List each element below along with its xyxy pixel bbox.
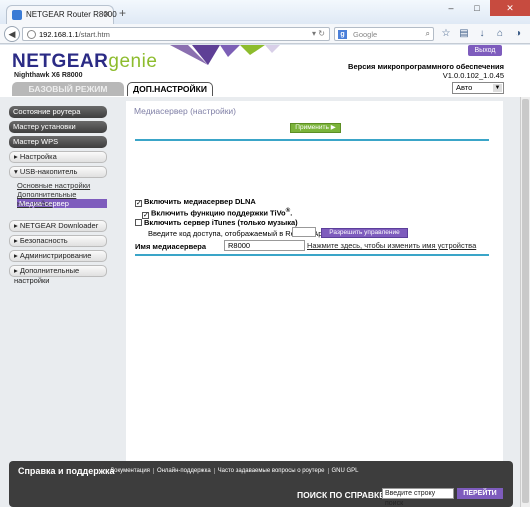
window-close-button[interactable]: ✕ (490, 0, 530, 16)
firmware-label: Версия микропрограммного обеспечения (348, 62, 504, 71)
usb-submenu: Основные настройки Дополнительные настро… (9, 181, 107, 208)
header-decoration-graphic (170, 45, 280, 65)
browser-toolbar-icons: ☆ ▤ ↓ ⌂ ◑ ≡ (440, 28, 530, 40)
help-search-input[interactable]: Введите строку поиск (382, 488, 454, 507)
search-bar[interactable]: g Google ⌕ (334, 27, 434, 41)
help-search-label: ПОИСК ПО СПРАВКЕ (297, 490, 385, 500)
search-placeholder: Google (353, 30, 378, 39)
sidebar-item-wps-wizard[interactable]: Мастер WPS (9, 136, 107, 148)
search-magnifier-icon[interactable]: ⌕ (426, 29, 430, 39)
divider (135, 254, 489, 256)
help-link-gpl[interactable]: GNU GPL (327, 468, 362, 474)
home-icon[interactable]: ⌂ (494, 28, 506, 40)
url-bar-icons: ▾ ↻ (312, 29, 325, 38)
submenu-item-advanced-settings[interactable]: Дополнительные настройки (17, 190, 107, 208)
sidebar-item-setup[interactable]: ▸ Настройка (9, 151, 107, 163)
dlna-checkbox[interactable]: ✓ (135, 200, 142, 207)
bookmarks-icon[interactable]: ▤ (458, 28, 470, 40)
browser-navbar: ◀ 192.168.1.1/start.htm ▾ ↻ g Google ⌕ ☆… (0, 24, 530, 44)
url-text: 192.168.1.1/start.htm (39, 30, 110, 39)
router-header: NETGEARgenie Nighthawk X6 R8000 Выход Ве… (0, 45, 530, 96)
window-controls: – □ ✕ (438, 0, 530, 16)
logo-genie-text: genie (108, 51, 158, 72)
router-page: NETGEARgenie Nighthawk X6 R8000 Выход Ве… (0, 45, 530, 510)
download-icon[interactable]: ↓ (476, 28, 488, 40)
tab-advanced[interactable]: ДОП.НАСТРОЙКИ (127, 82, 213, 96)
netgear-genie-logo: NETGEARgenie (12, 51, 157, 73)
browser-titlebar: NETGEAR Router R8000 ✕ + – □ ✕ (0, 0, 530, 24)
rename-device-link[interactable]: Нажмите здесь, чтобы изменить имя устрой… (307, 241, 476, 250)
sidebar-item-downloader[interactable]: ▸ NETGEAR Downloader (9, 220, 107, 232)
page-title: Медиасервер (настройки) (134, 106, 236, 116)
close-tab-icon[interactable]: ✕ (103, 9, 111, 20)
reload-icon[interactable]: ↻ (318, 29, 325, 38)
help-link-documentation[interactable]: Документация (110, 468, 153, 474)
sidebar: Состояние роутера Мастер установки Масте… (9, 106, 107, 285)
allow-control-button[interactable]: Разрешить управление (321, 228, 408, 238)
help-link-faq[interactable]: Часто задаваемые вопросы о роутере (213, 468, 328, 474)
itunes-row: Включить сервер iTunes (только музыка) (135, 218, 298, 227)
minimize-button[interactable]: – (438, 0, 464, 16)
language-value: Авто (456, 83, 473, 92)
tivo-label-suffix: . (290, 208, 293, 218)
language-select[interactable]: Авто ▼ (452, 82, 504, 94)
maximize-button[interactable]: □ (464, 0, 490, 16)
sidebar-item-advanced-setup[interactable]: ▸ Дополнительные настройки (9, 265, 107, 285)
sidebar-item-label: NETGEAR Downloader (19, 221, 99, 230)
new-tab-button[interactable]: + (119, 7, 126, 19)
dropdown-arrow-icon[interactable]: ▾ (312, 29, 316, 38)
sidebar-item-label: Администрирование (19, 251, 92, 260)
sidebar-item-setup-wizard[interactable]: Мастер установки (9, 121, 107, 133)
firmware-version: V1.0.0.102_1.0.45 (442, 71, 504, 80)
submenu-item-media-server[interactable]: Медиа-сервер (17, 199, 107, 208)
logo-netgear-text: NETGEAR (12, 51, 109, 72)
chevron-down-icon: ▼ (493, 84, 502, 92)
scrollbar-thumb[interactable] (522, 99, 529, 503)
divider (135, 139, 489, 141)
back-arrow-icon[interactable]: ◀ (4, 26, 20, 42)
sidebar-item-security[interactable]: ▸ Безопасность (9, 235, 107, 247)
sidebar-item-router-status[interactable]: Состояние роутера (9, 106, 107, 118)
globe-icon (27, 30, 36, 39)
tivo-label: Включить функцию поддержки TiVo (151, 208, 286, 218)
netgear-favicon-icon (12, 10, 22, 20)
url-bar[interactable]: 192.168.1.1/start.htm ▾ ↻ (22, 27, 330, 41)
help-title: Справка и поддержка (18, 466, 115, 476)
google-icon[interactable]: g (338, 30, 347, 39)
access-code-input[interactable] (292, 227, 316, 237)
tivo-row: ✓ Включить функцию поддержки TiVo®. (142, 207, 292, 219)
page-scrollbar[interactable] (520, 97, 530, 507)
help-link-online-support[interactable]: Онлайн-поддержка (152, 468, 214, 474)
server-name-input[interactable]: R8000 (224, 240, 305, 251)
tab-basic[interactable]: БАЗОВЫЙ РЕЖИМ (12, 82, 124, 96)
star-icon[interactable]: ☆ (440, 28, 452, 40)
itunes-label: Включить сервер iTunes (только музыка) (144, 218, 298, 227)
help-links: Документация Онлайн-поддержка Часто зада… (110, 468, 362, 474)
sidebar-item-administration[interactable]: ▸ Администрирование (9, 250, 107, 262)
apply-button[interactable]: Применить ▶ (290, 123, 341, 133)
sidebar-item-usb-storage[interactable]: ▾ USB-накопитель (9, 166, 107, 178)
itunes-checkbox[interactable] (135, 219, 142, 226)
submenu-item-basic-settings[interactable]: Основные настройки (17, 181, 107, 190)
help-support-footer: Справка и поддержка Документация Онлайн-… (9, 461, 513, 507)
sidebar-item-label: Безопасность (19, 236, 68, 245)
url-host: 192.168.1.1 (39, 30, 79, 39)
dlna-row: ✓ Включить медиасервер DLNA (135, 197, 256, 207)
router-model: Nighthawk X6 R8000 (14, 72, 83, 79)
main-panel: Медиасервер (настройки) Применить ▶ ✓ Вкл… (126, 101, 503, 463)
server-name-label: Имя медиасервера (135, 242, 207, 251)
browser-tab[interactable]: NETGEAR Router R8000 ✕ (6, 5, 117, 24)
sidebar-item-label: USB-накопитель (19, 167, 78, 176)
dlna-label: Включить медиасервер DLNA (144, 197, 256, 206)
sync-icon[interactable]: ◑ (512, 28, 524, 40)
url-path: /start.htm (78, 30, 110, 39)
sidebar-item-label: Настройка (19, 152, 57, 161)
help-go-button[interactable]: ПЕРЕЙТИ (457, 488, 503, 499)
logout-button[interactable]: Выход (468, 45, 502, 56)
